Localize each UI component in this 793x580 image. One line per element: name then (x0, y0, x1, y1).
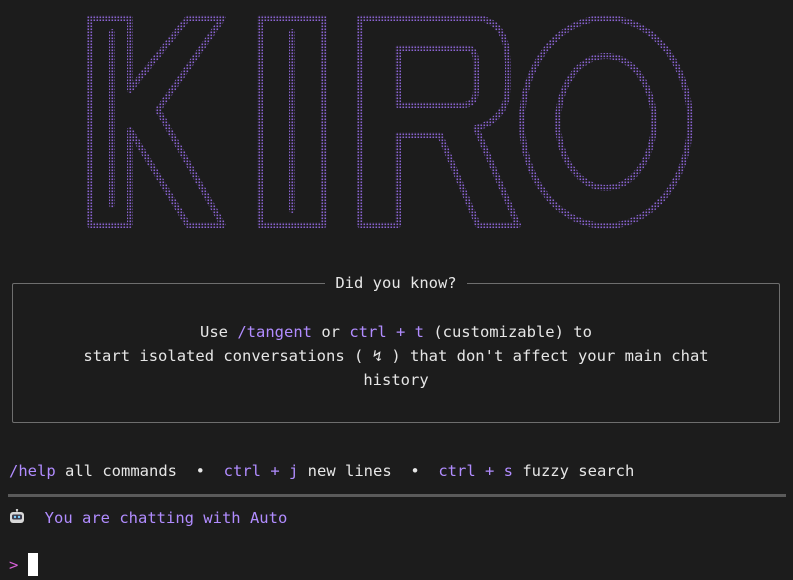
chat-status: You are chatting with Auto (8, 508, 287, 528)
tangent-shortcut: ctrl + t (349, 323, 424, 341)
tip-text: Use /tangent or ctrl + t (customizable) … (83, 323, 709, 389)
newline-shortcut: ctrl + j (223, 462, 299, 480)
robot-icon (10, 509, 24, 523)
prompt-symbol: > (9, 556, 19, 574)
fuzzy-search-shortcut: ctrl + s (438, 462, 513, 480)
help-command: /help (9, 462, 56, 480)
kiro-logo (87, 15, 693, 229)
input-cursor[interactable] (28, 553, 38, 576)
separator-bullet: • (391, 462, 439, 480)
did-you-know-box: Did you know? Use /tangent or ctrl + t (… (12, 274, 780, 423)
chat-status-text: You are chatting with Auto (44, 509, 288, 527)
logo-letter-o (519, 15, 693, 229)
divider (8, 494, 786, 497)
tangent-command: /tangent (237, 323, 312, 341)
separator-bullet: • (177, 462, 224, 480)
box-title: Did you know? (13, 274, 779, 292)
shortcut-hints: /help all commands • ctrl + j new lines … (9, 462, 635, 480)
